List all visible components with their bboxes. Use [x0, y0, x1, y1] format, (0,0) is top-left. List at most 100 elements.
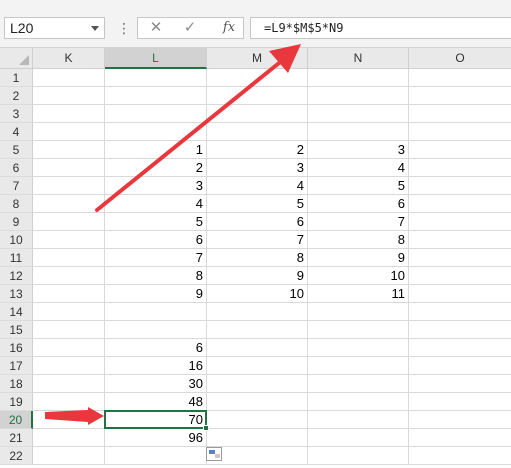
cell-o19[interactable]	[409, 393, 511, 411]
cell-l7[interactable]: 3	[105, 177, 207, 195]
cell-n17[interactable]	[308, 357, 409, 375]
cell-n1[interactable]	[308, 69, 409, 87]
row-header-2[interactable]: 2	[0, 87, 33, 105]
cell-l19[interactable]: 48	[105, 393, 207, 411]
column-header-o[interactable]: O	[409, 48, 511, 69]
cell-n18[interactable]	[308, 375, 409, 393]
cell-o4[interactable]	[409, 123, 511, 141]
cell-m18[interactable]	[207, 375, 308, 393]
cell-k15[interactable]	[33, 321, 105, 339]
cell-k7[interactable]	[33, 177, 105, 195]
cell-m16[interactable]	[207, 339, 308, 357]
quick-analysis-icon[interactable]	[206, 447, 222, 461]
cell-l16[interactable]: 6	[105, 339, 207, 357]
cell-l10[interactable]: 6	[105, 231, 207, 249]
cell-m11[interactable]: 8	[207, 249, 308, 267]
cell-o17[interactable]	[409, 357, 511, 375]
row-header-9[interactable]: 9	[0, 213, 33, 231]
row-header-19[interactable]: 19	[0, 393, 33, 411]
cell-l3[interactable]	[105, 105, 207, 123]
cell-o3[interactable]	[409, 105, 511, 123]
row-header-16[interactable]: 16	[0, 339, 33, 357]
cell-n22[interactable]	[308, 447, 409, 465]
cell-m4[interactable]	[207, 123, 308, 141]
row-header-10[interactable]: 10	[0, 231, 33, 249]
cell-o2[interactable]	[409, 87, 511, 105]
row-header-15[interactable]: 15	[0, 321, 33, 339]
row-header-14[interactable]: 14	[0, 303, 33, 321]
cell-k12[interactable]	[33, 267, 105, 285]
cell-l17[interactable]: 16	[105, 357, 207, 375]
cell-k21[interactable]	[33, 429, 105, 447]
cell-n3[interactable]	[308, 105, 409, 123]
cell-k2[interactable]	[33, 87, 105, 105]
cell-l1[interactable]	[105, 69, 207, 87]
row-header-8[interactable]: 8	[0, 195, 33, 213]
cell-m10[interactable]: 7	[207, 231, 308, 249]
cell-k4[interactable]	[33, 123, 105, 141]
row-header-6[interactable]: 6	[0, 159, 33, 177]
cell-o7[interactable]	[409, 177, 511, 195]
cell-m21[interactable]	[207, 429, 308, 447]
cell-o14[interactable]	[409, 303, 511, 321]
enter-icon[interactable]: ✓	[180, 18, 200, 38]
row-header-1[interactable]: 1	[0, 69, 33, 87]
cell-n2[interactable]	[308, 87, 409, 105]
cell-k13[interactable]	[33, 285, 105, 303]
cell-o20[interactable]	[409, 411, 511, 429]
cell-m12[interactable]: 9	[207, 267, 308, 285]
cell-n8[interactable]: 6	[308, 195, 409, 213]
row-header-13[interactable]: 13	[0, 285, 33, 303]
cell-o18[interactable]	[409, 375, 511, 393]
cell-o13[interactable]	[409, 285, 511, 303]
cell-m5[interactable]: 2	[207, 141, 308, 159]
cell-m3[interactable]	[207, 105, 308, 123]
cell-m22[interactable]	[207, 447, 308, 465]
cell-k6[interactable]	[33, 159, 105, 177]
cell-k11[interactable]	[33, 249, 105, 267]
cell-l18[interactable]: 30	[105, 375, 207, 393]
cell-m2[interactable]	[207, 87, 308, 105]
cell-n4[interactable]	[308, 123, 409, 141]
cell-n14[interactable]	[308, 303, 409, 321]
row-header-21[interactable]: 21	[0, 429, 33, 447]
cell-n11[interactable]: 9	[308, 249, 409, 267]
cell-k22[interactable]	[33, 447, 105, 465]
fill-handle[interactable]	[203, 425, 209, 431]
cell-m7[interactable]: 4	[207, 177, 308, 195]
cell-l21[interactable]: 96	[105, 429, 207, 447]
cell-k10[interactable]	[33, 231, 105, 249]
cell-m1[interactable]	[207, 69, 308, 87]
cell-o5[interactable]	[409, 141, 511, 159]
row-header-11[interactable]: 11	[0, 249, 33, 267]
cell-n5[interactable]: 3	[308, 141, 409, 159]
cell-o15[interactable]	[409, 321, 511, 339]
cell-n13[interactable]: 11	[308, 285, 409, 303]
cell-n6[interactable]: 4	[308, 159, 409, 177]
cell-o12[interactable]	[409, 267, 511, 285]
row-header-5[interactable]: 5	[0, 141, 33, 159]
cell-m6[interactable]: 3	[207, 159, 308, 177]
cell-n20[interactable]	[308, 411, 409, 429]
cell-k3[interactable]	[33, 105, 105, 123]
cell-o9[interactable]	[409, 213, 511, 231]
cell-n15[interactable]	[308, 321, 409, 339]
cell-l12[interactable]: 8	[105, 267, 207, 285]
cell-m14[interactable]	[207, 303, 308, 321]
cell-m17[interactable]	[207, 357, 308, 375]
cell-m8[interactable]: 5	[207, 195, 308, 213]
cell-k19[interactable]	[33, 393, 105, 411]
cell-l4[interactable]	[105, 123, 207, 141]
cell-l6[interactable]: 2	[105, 159, 207, 177]
cell-o8[interactable]	[409, 195, 511, 213]
row-header-12[interactable]: 12	[0, 267, 33, 285]
cell-l15[interactable]	[105, 321, 207, 339]
cell-o22[interactable]	[409, 447, 511, 465]
select-all-corner[interactable]	[0, 48, 33, 69]
column-header-k[interactable]: K	[33, 48, 105, 69]
name-box[interactable]: L20	[4, 17, 105, 39]
row-header-20[interactable]: 20	[0, 411, 33, 429]
cell-k20[interactable]	[33, 411, 105, 429]
row-header-7[interactable]: 7	[0, 177, 33, 195]
cell-l22[interactable]	[105, 447, 207, 465]
